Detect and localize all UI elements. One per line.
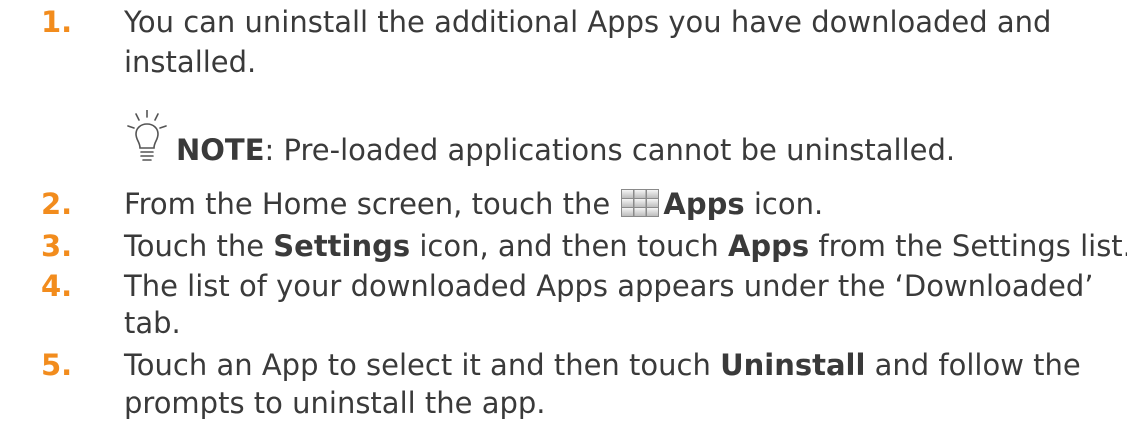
note-label: NOTE: [176, 133, 265, 167]
step-text-segment: Touch an App to select it and then touch: [124, 348, 711, 382]
lightbulb-icon: [127, 110, 167, 161]
note-text: NOTE: Pre-loaded applications cannot be …: [176, 132, 955, 168]
step-bold-apps: Apps: [663, 187, 745, 221]
note-body: : Pre-loaded applications cannot be unin…: [264, 133, 956, 167]
step-number: 2.: [41, 187, 73, 221]
step-text-segment: from the Settings list.: [818, 229, 1127, 263]
step-bold-settings: Settings: [273, 229, 411, 263]
step-text-segment: icon.: [753, 187, 824, 221]
instruction-document: 1. You can uninstall the additional Apps…: [0, 0, 1127, 435]
step-text: Touch the Settings icon, and then touch …: [124, 228, 1127, 264]
step-bold-uninstall: Uninstall: [720, 348, 866, 382]
step-1-continuation: installed.: [124, 45, 257, 79]
step-5-continuation: prompts to uninstall the app.: [124, 386, 546, 420]
step-number: 5.: [41, 348, 73, 382]
step-text: You can uninstall the additional Apps yo…: [124, 5, 1052, 39]
step-bold-apps: Apps: [727, 229, 810, 263]
step-4-continuation: tab.: [124, 306, 181, 340]
step-number: 3.: [41, 229, 73, 263]
step-text-segment: From the Home screen, touch the: [124, 187, 611, 221]
note-callout: NOTE: Pre-loaded applications cannot be …: [124, 110, 1024, 170]
step-number: 1.: [41, 5, 73, 39]
step-text-segment: icon, and then touch: [419, 229, 719, 263]
step-text: Touch an App to select it and then touch…: [124, 347, 1081, 383]
step-text: From the Home screen, touch the Apps ico…: [124, 186, 823, 222]
step-text-segment: and follow the: [874, 348, 1081, 382]
step-number: 4.: [41, 269, 73, 303]
step-text-segment: Touch the: [124, 229, 265, 263]
apps-grid-icon: [621, 189, 660, 217]
step-text: The list of your downloaded Apps appears…: [124, 269, 1094, 303]
